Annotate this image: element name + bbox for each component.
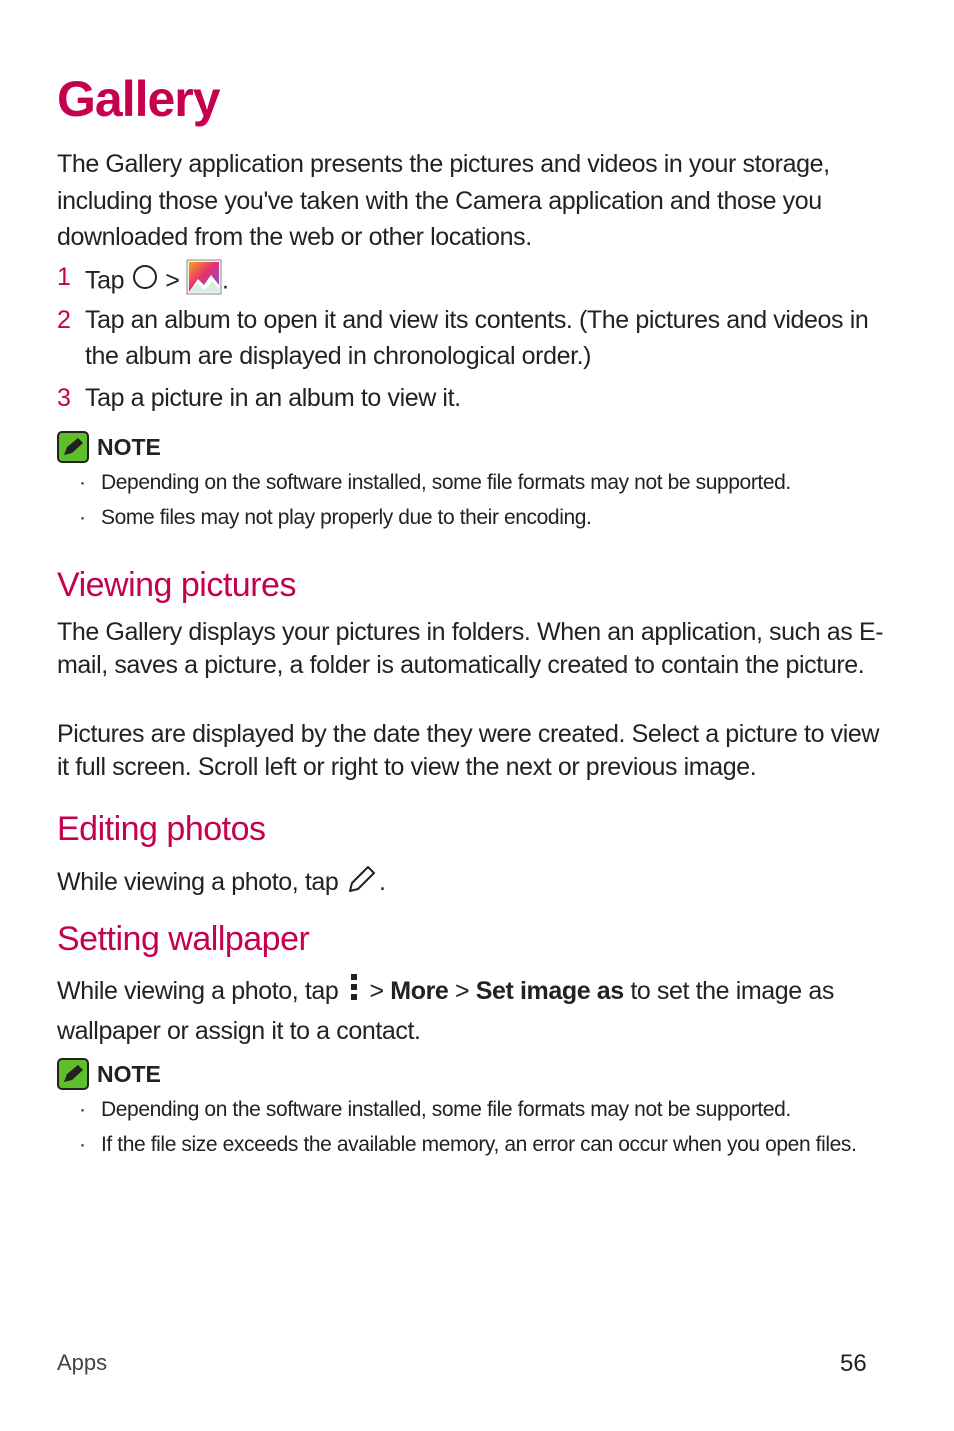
note-bullet: · If the file size exceeds the available… bbox=[79, 1129, 899, 1161]
bullet-dot: · bbox=[79, 1098, 86, 1121]
step-number: 2 bbox=[57, 306, 71, 334]
page-title: Gallery bbox=[57, 71, 221, 127]
bullet-dot: · bbox=[79, 1133, 86, 1156]
intro-paragraph: The Gallery application presents the pic… bbox=[57, 150, 830, 251]
period: . bbox=[378, 868, 386, 897]
edit-pencil-icon bbox=[345, 862, 379, 905]
step-number: 1 bbox=[57, 263, 71, 291]
wallpaper-text: While viewing a photo, tap bbox=[57, 977, 339, 1006]
heading-viewing-pictures: Viewing pictures bbox=[57, 566, 296, 604]
note-bullet: · Depending on the software installed, s… bbox=[79, 467, 899, 499]
bullet-text: Depending on the software installed, som… bbox=[101, 1098, 791, 1121]
note-bullet: · Some files may not play properly due t… bbox=[79, 502, 899, 534]
note-pencil-icon bbox=[57, 1058, 89, 1090]
bullet-dot: · bbox=[79, 506, 86, 529]
step-number: 3 bbox=[57, 384, 71, 412]
step-3: 3 Tap a picture in an album to view it. bbox=[57, 380, 897, 416]
note-bullet: · Depending on the software installed, s… bbox=[79, 1094, 899, 1126]
editing-paragraph: While viewing a photo, tap . bbox=[57, 862, 897, 905]
menu-set-image-as: Set image as bbox=[475, 977, 624, 1006]
home-circle-icon bbox=[131, 263, 159, 301]
bullet-text: If the file size exceeds the available m… bbox=[101, 1133, 857, 1156]
heading-setting-wallpaper: Setting wallpaper bbox=[57, 920, 310, 958]
step-text: Tap an album to open it and view its con… bbox=[85, 306, 869, 370]
heading-editing-photos: Editing photos bbox=[57, 810, 266, 848]
viewing-paragraph-2: Pictures are displayed by the date they … bbox=[57, 720, 880, 781]
step-2: 2 Tap an album to open it and view its c… bbox=[57, 302, 897, 374]
gallery-app-icon bbox=[186, 259, 222, 305]
chevron-separator: > bbox=[454, 977, 470, 1006]
note-label: NOTE bbox=[97, 1060, 161, 1087]
bullet-dot: · bbox=[79, 471, 86, 494]
step-text: Tap a picture in an album to view it. bbox=[85, 384, 461, 412]
page-number: 56 bbox=[840, 1350, 867, 1377]
menu-more: More bbox=[390, 977, 449, 1006]
bullet-text: Depending on the software installed, som… bbox=[101, 471, 791, 494]
step-1: 1 Tap > . bbox=[57, 259, 897, 305]
wallpaper-paragraph: While viewing a photo, tap > More > Set … bbox=[57, 972, 897, 1050]
more-options-icon bbox=[345, 972, 363, 1013]
note-label: NOTE bbox=[97, 433, 161, 460]
footer-section: Apps bbox=[57, 1350, 108, 1375]
step-text: Tap bbox=[85, 266, 125, 295]
chevron-separator: > bbox=[165, 266, 180, 295]
note-header: NOTE bbox=[57, 431, 161, 463]
viewing-paragraph-1: The Gallery displays your pictures in fo… bbox=[57, 618, 884, 679]
note-pencil-icon bbox=[57, 431, 89, 463]
chevron-separator: > bbox=[369, 977, 385, 1006]
editing-text: While viewing a photo, tap bbox=[57, 868, 339, 897]
bullet-text: Some files may not play properly due to … bbox=[101, 506, 592, 529]
period: . bbox=[221, 266, 229, 295]
note-header: NOTE bbox=[57, 1058, 161, 1090]
